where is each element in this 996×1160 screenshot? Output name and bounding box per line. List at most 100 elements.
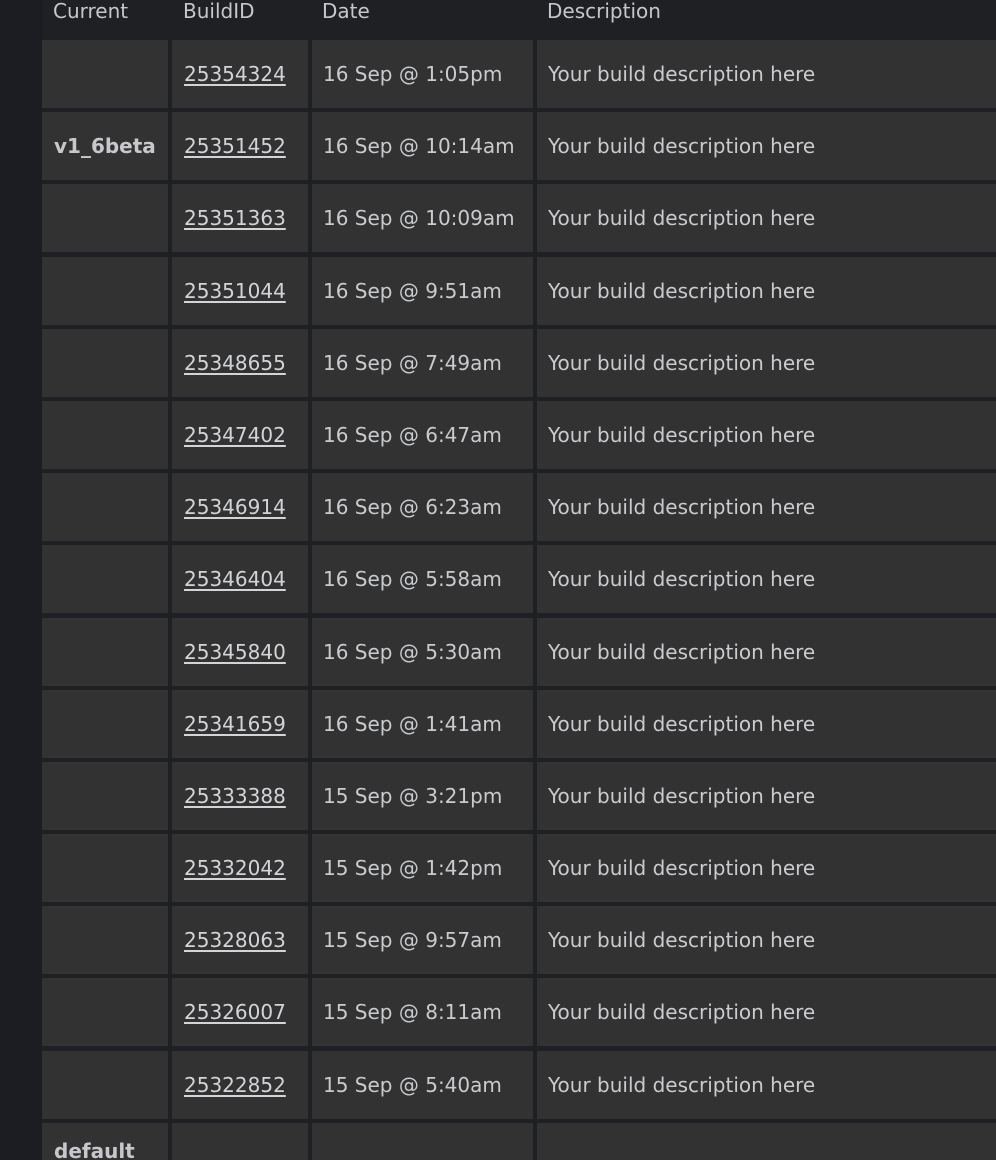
cell-date: 16 Sep @ 6:47am (312, 400, 533, 469)
cell-build-id: 25354324 (172, 40, 308, 108)
build-id-link[interactable]: 25345840 (184, 640, 286, 664)
header-description: Description (547, 0, 661, 23)
cell-build-id: 25326007 (172, 978, 308, 1047)
cell-build-id: 25341659 (172, 689, 308, 758)
build-id-link[interactable]: 25332042 (184, 856, 286, 880)
cell-current-branch (42, 689, 168, 758)
cell-description: Your build description here (537, 689, 996, 758)
cell-date: 16 Sep @ 10:09am (312, 184, 533, 253)
cell-date: 15 Sep @ 9:57am (312, 906, 533, 975)
table-row: 25322852 15 Sep @ 5:40am Your build descri… (42, 1050, 996, 1123)
table-row: 25348655 16 Sep @ 7:49am Your build descri… (42, 328, 996, 401)
cell-build-id: 25351452 (172, 112, 308, 181)
cell-current-branch (42, 1050, 168, 1119)
table-body: 25354324 16 Sep @ 1:05pm Your build descri… (42, 40, 996, 1160)
table-row: 25351363 16 Sep @ 10:09am Your build descr… (42, 184, 996, 256)
cell-date: 15 Sep @ 8:11am (312, 978, 533, 1047)
cell-current-branch (42, 906, 168, 975)
cell-date (312, 1122, 533, 1160)
table-row: 25354324 16 Sep @ 1:05pm Your build descri… (42, 40, 996, 112)
table-row: default (42, 1122, 996, 1160)
cell-date: 16 Sep @ 1:05pm (312, 40, 533, 108)
cell-build-id: 25346914 (172, 473, 308, 542)
cell-build-id: 25351044 (172, 256, 308, 325)
cell-date: 16 Sep @ 1:41am (312, 689, 533, 758)
cell-build-id: 25328063 (172, 906, 308, 975)
builds-page: Current BuildID Date Description 2535432… (0, 0, 996, 1160)
build-id-link[interactable]: 25346404 (184, 567, 286, 591)
cell-date: 16 Sep @ 5:30am (312, 617, 533, 686)
cell-date: 15 Sep @ 5:40am (312, 1050, 533, 1119)
build-id-link[interactable]: 25333388 (184, 784, 286, 808)
cell-current-branch (42, 184, 168, 253)
cell-build-id: 25322852 (172, 1050, 308, 1119)
build-id-link[interactable]: 25347402 (184, 423, 286, 447)
cell-build-id: 25332042 (172, 834, 308, 903)
cell-build-id: 25345840 (172, 617, 308, 686)
cell-date: 16 Sep @ 7:49am (312, 328, 533, 397)
build-id-link[interactable]: 25322852 (184, 1073, 286, 1097)
cell-date: 15 Sep @ 1:42pm (312, 834, 533, 903)
table-header: Current BuildID Date Description (42, 0, 996, 38)
build-id-link[interactable]: 25354324 (184, 62, 286, 86)
table-row: 25326007 15 Sep @ 8:11am Your build descri… (42, 978, 996, 1050)
cell-description: Your build description here (537, 545, 996, 614)
left-gutter (0, 0, 42, 1160)
cell-current-branch (42, 256, 168, 325)
build-id-link[interactable]: 25326007 (184, 1000, 286, 1024)
build-id-link[interactable]: 25351452 (184, 134, 286, 158)
cell-current-branch (42, 328, 168, 397)
cell-description: Your build description here (537, 617, 996, 686)
cell-description: Your build description here (537, 473, 996, 542)
cell-build-id: 25346404 (172, 545, 308, 614)
cell-build-id: 25347402 (172, 400, 308, 469)
table-row: 25332042 15 Sep @ 1:42pm Your build descri… (42, 834, 996, 906)
build-id-link[interactable]: 25348655 (184, 351, 286, 375)
cell-build-id: 25348655 (172, 328, 308, 397)
cell-date: 16 Sep @ 10:14am (312, 112, 533, 181)
cell-current-branch (42, 545, 168, 614)
cell-current-branch (42, 473, 168, 542)
cell-description: Your build description here (537, 978, 996, 1047)
table-row: 25341659 16 Sep @ 1:41am Your build descri… (42, 689, 996, 762)
cell-build-id: 25333388 (172, 761, 308, 830)
cell-date: 16 Sep @ 5:58am (312, 545, 533, 614)
table-row: 25333388 15 Sep @ 3:21pm Your build descri… (42, 761, 996, 834)
build-id-link[interactable]: 25346914 (184, 495, 286, 519)
build-id-link[interactable]: 25351363 (184, 206, 286, 230)
cell-date: 15 Sep @ 3:21pm (312, 761, 533, 830)
cell-current-branch (42, 400, 168, 469)
cell-current-branch: v1_6beta (42, 112, 168, 181)
cell-description: Your build description here (537, 40, 996, 108)
cell-description: Your build description here (537, 256, 996, 325)
cell-current-branch (42, 40, 168, 108)
builds-table: Current BuildID Date Description 2535432… (42, 0, 996, 1160)
table-row: 25345840 16 Sep @ 5:30am Your build descri… (42, 617, 996, 690)
cell-description (537, 1122, 996, 1160)
header-date: Date (322, 0, 370, 23)
cell-description: Your build description here (537, 112, 996, 181)
build-id-link[interactable]: 25328063 (184, 928, 286, 952)
cell-current-branch (42, 834, 168, 903)
cell-description: Your build description here (537, 834, 996, 903)
cell-date: 16 Sep @ 6:23am (312, 473, 533, 542)
cell-date: 16 Sep @ 9:51am (312, 256, 533, 325)
table-row: 25351044 16 Sep @ 9:51am Your build descri… (42, 256, 996, 329)
build-id-link[interactable]: 25351044 (184, 279, 286, 303)
cell-build-id (172, 1122, 308, 1160)
cell-description: Your build description here (537, 328, 996, 397)
cell-current-branch (42, 617, 168, 686)
build-id-link[interactable]: 25341659 (184, 712, 286, 736)
cell-current-branch (42, 978, 168, 1047)
cell-description: Your build description here (537, 1050, 996, 1119)
cell-description: Your build description here (537, 906, 996, 975)
cell-current-branch: default (42, 1122, 168, 1160)
cell-current-branch (42, 761, 168, 830)
table-row: 25346404 16 Sep @ 5:58am Your build descri… (42, 545, 996, 617)
cell-description: Your build description here (537, 761, 996, 830)
table-row: 25346914 16 Sep @ 6:23am Your build descri… (42, 473, 996, 545)
cell-description: Your build description here (537, 400, 996, 469)
cell-description: Your build description here (537, 184, 996, 253)
table-row: v1_6beta 25351452 16 Sep @ 10:14am Your bui… (42, 112, 996, 184)
table-row: 25347402 16 Sep @ 6:47am Your build descri… (42, 400, 996, 473)
